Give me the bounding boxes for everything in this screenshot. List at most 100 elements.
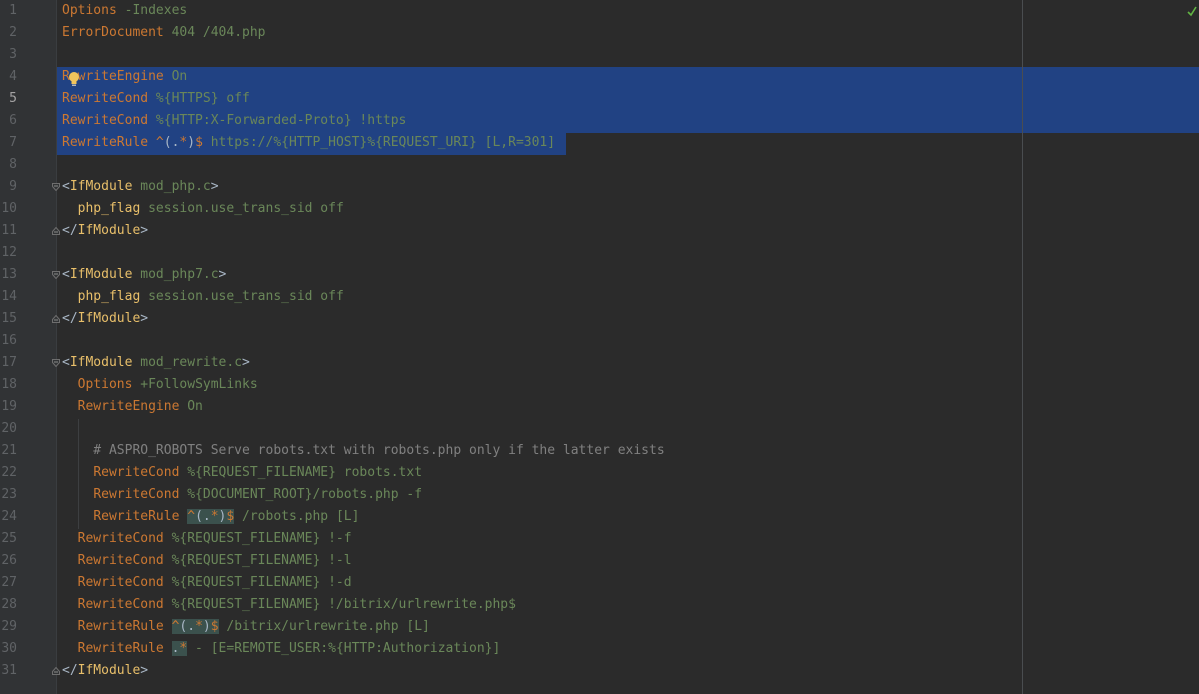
code-text[interactable]: RewriteCond %{HTTPS} off xyxy=(62,88,250,110)
code-text[interactable]: php_flag session.use_trans_sid off xyxy=(62,286,344,308)
code-token: mod_php7.c xyxy=(132,267,219,282)
code-text[interactable]: RewriteRule ^(.*)$ https://%{HTTP_HOST}%… xyxy=(62,132,555,154)
line-number: 12 xyxy=(1,245,17,260)
code-token: # ASPRO_ROBOTS Serve robots.txt with rob… xyxy=(62,443,665,458)
line-number: 10 xyxy=(1,201,17,216)
code-line[interactable]: 24 RewriteRule ^(.*)$ /robots.php [L] xyxy=(0,506,1199,528)
code-token: -Indexes xyxy=(116,3,188,18)
line-number: 7 xyxy=(9,135,17,150)
code-line[interactable]: 22 RewriteCond %{REQUEST_FILENAME} robot… xyxy=(0,462,1199,484)
code-line[interactable]: 17 <IfModule mod_rewrite.c> xyxy=(0,352,1199,374)
code-text[interactable]: ErrorDocument 404 /404.php xyxy=(62,22,266,44)
code-text[interactable]: RewriteCond %{REQUEST_FILENAME} robots.t… xyxy=(62,462,422,484)
code-token: ErrorDocument xyxy=(62,25,164,40)
line-number: 8 xyxy=(9,157,17,172)
code-token: > xyxy=(210,179,219,194)
code-token: /bitrix/urlrewrite.php [L] xyxy=(218,619,430,634)
line-number: 30 xyxy=(1,641,17,656)
code-text[interactable]: RewriteEngine On xyxy=(62,66,187,88)
code-text[interactable]: RewriteCond %{REQUEST_FILENAME} !-f xyxy=(62,528,352,550)
line-number: 24 xyxy=(1,509,17,524)
fold-close-icon[interactable] xyxy=(52,227,60,235)
line-number: 1 xyxy=(9,3,17,18)
code-token: session.use_trans_sid off xyxy=(140,289,344,304)
code-text[interactable]: RewriteCond %{REQUEST_FILENAME} !-l xyxy=(62,550,352,572)
code-line[interactable]: 14 php_flag session.use_trans_sid off xyxy=(0,286,1199,308)
code-line[interactable]: 23 RewriteCond %{DOCUMENT_ROOT}/robots.p… xyxy=(0,484,1199,506)
line-number: 28 xyxy=(1,597,17,612)
code-line[interactable]: 2 ErrorDocument 404 /404.php xyxy=(0,22,1199,44)
code-line[interactable]: 26 RewriteCond %{REQUEST_FILENAME} !-l xyxy=(0,550,1199,572)
code-line[interactable]: 1 Options -Indexes xyxy=(0,0,1199,22)
code-line[interactable]: 9 <IfModule mod_php.c> xyxy=(0,176,1199,198)
code-line[interactable]: 3 xyxy=(0,44,1199,66)
code-text[interactable]: </IfModule> xyxy=(62,660,148,682)
code-text[interactable]: </IfModule> xyxy=(62,308,148,330)
code-line[interactable]: 16 xyxy=(0,330,1199,352)
code-token: %{HTTP:X-Forwarded-Proto} !https xyxy=(148,113,407,128)
code-line[interactable]: 8 xyxy=(0,154,1199,176)
code-line[interactable]: 10 php_flag session.use_trans_sid off xyxy=(0,198,1199,220)
line-number: 21 xyxy=(1,443,17,458)
code-line[interactable]: 19 RewriteEngine On xyxy=(0,396,1199,418)
code-line[interactable]: 5 RewriteCond %{HTTPS} off xyxy=(0,88,1199,110)
code-text[interactable]: RewriteRule .* - [E=REMOTE_USER:%{HTTP:A… xyxy=(62,638,500,660)
code-text[interactable]: <IfModule mod_php7.c> xyxy=(62,264,226,286)
code-text[interactable]: </IfModule> xyxy=(62,220,148,242)
intention-bulb-icon[interactable] xyxy=(68,71,80,87)
fold-close-icon[interactable] xyxy=(52,667,60,675)
fold-open-icon[interactable] xyxy=(52,359,60,367)
code-text[interactable]: RewriteCond %{DOCUMENT_ROOT}/robots.php … xyxy=(62,484,422,506)
code-line[interactable]: 12 xyxy=(0,242,1199,264)
code-text[interactable]: RewriteCond %{HTTP:X-Forwarded-Proto} !h… xyxy=(62,110,406,132)
code-line[interactable]: 30 RewriteRule .* - [E=REMOTE_USER:%{HTT… xyxy=(0,638,1199,660)
code-text[interactable]: # ASPRO_ROBOTS Serve robots.txt with rob… xyxy=(62,440,665,462)
code-token: ^ xyxy=(155,135,164,150)
code-line[interactable]: 18 Options +FollowSymLinks xyxy=(0,374,1199,396)
code-text[interactable]: RewriteRule ^(.*)$ /bitrix/urlrewrite.ph… xyxy=(62,616,430,638)
code-text[interactable]: RewriteEngine On xyxy=(62,396,203,418)
code-text[interactable]: <IfModule mod_rewrite.c> xyxy=(62,352,250,374)
code-line[interactable]: 6 RewriteCond %{HTTP:X-Forwarded-Proto} !… xyxy=(0,110,1199,132)
check-icon[interactable] xyxy=(1187,5,1197,17)
fold-open-icon[interactable] xyxy=(52,183,60,191)
fold-open-icon[interactable] xyxy=(52,271,60,279)
code-text[interactable]: RewriteCond %{REQUEST_FILENAME} !-d xyxy=(62,572,352,594)
code-token: > xyxy=(140,663,149,678)
code-line[interactable]: 31 </IfModule> xyxy=(0,660,1199,682)
code-token: RewriteCond xyxy=(93,465,180,480)
code-text[interactable]: RewriteCond %{REQUEST_FILENAME} !/bitrix… xyxy=(62,594,516,616)
code-editor[interactable]: 1 Options -Indexes 2 ErrorDocument 404 /404… xyxy=(0,0,1199,694)
line-number: 26 xyxy=(1,553,17,568)
line-number: 18 xyxy=(1,377,17,392)
code-line[interactable]: 11 </IfModule> xyxy=(0,220,1199,242)
line-number: 16 xyxy=(1,333,17,348)
code-text[interactable]: php_flag session.use_trans_sid off xyxy=(62,198,344,220)
fold-close-icon[interactable] xyxy=(52,315,60,323)
code-line[interactable]: 13 <IfModule mod_php7.c> xyxy=(0,264,1199,286)
code-token: %{REQUEST_FILENAME} robots.txt xyxy=(179,465,423,480)
code-text[interactable]: <IfModule mod_php.c> xyxy=(62,176,219,198)
code-line[interactable]: 21 # ASPRO_ROBOTS Serve robots.txt with … xyxy=(0,440,1199,462)
code-text[interactable]: Options -Indexes xyxy=(62,0,187,22)
code-line[interactable]: 20 xyxy=(0,418,1199,440)
line-number: 14 xyxy=(1,289,17,304)
code-line[interactable]: 4 RewriteEngine On xyxy=(0,66,1199,88)
code-line[interactable]: 28 RewriteCond %{REQUEST_FILENAME} !/bit… xyxy=(0,594,1199,616)
code-line[interactable]: 15 </IfModule> xyxy=(0,308,1199,330)
code-token: ^ xyxy=(187,509,196,524)
code-token: RewriteRule xyxy=(93,509,180,524)
line-number: 11 xyxy=(1,223,17,238)
code-text[interactable]: RewriteRule ^(.*)$ /robots.php [L] xyxy=(62,506,359,528)
line-number: 4 xyxy=(9,69,17,84)
line-number: 27 xyxy=(1,575,17,590)
line-number: 9 xyxy=(9,179,17,194)
code-line[interactable]: 7 RewriteRule ^(.*)$ https://%{HTTP_HOST}… xyxy=(0,132,1199,154)
code-line[interactable]: 29 RewriteRule ^(.*)$ /bitrix/urlrewrite… xyxy=(0,616,1199,638)
code-text[interactable]: Options +FollowSymLinks xyxy=(62,374,258,396)
code-line[interactable]: 25 RewriteCond %{REQUEST_FILENAME} !-f xyxy=(0,528,1199,550)
code-line[interactable]: 27 RewriteCond %{REQUEST_FILENAME} !-d xyxy=(0,572,1199,594)
